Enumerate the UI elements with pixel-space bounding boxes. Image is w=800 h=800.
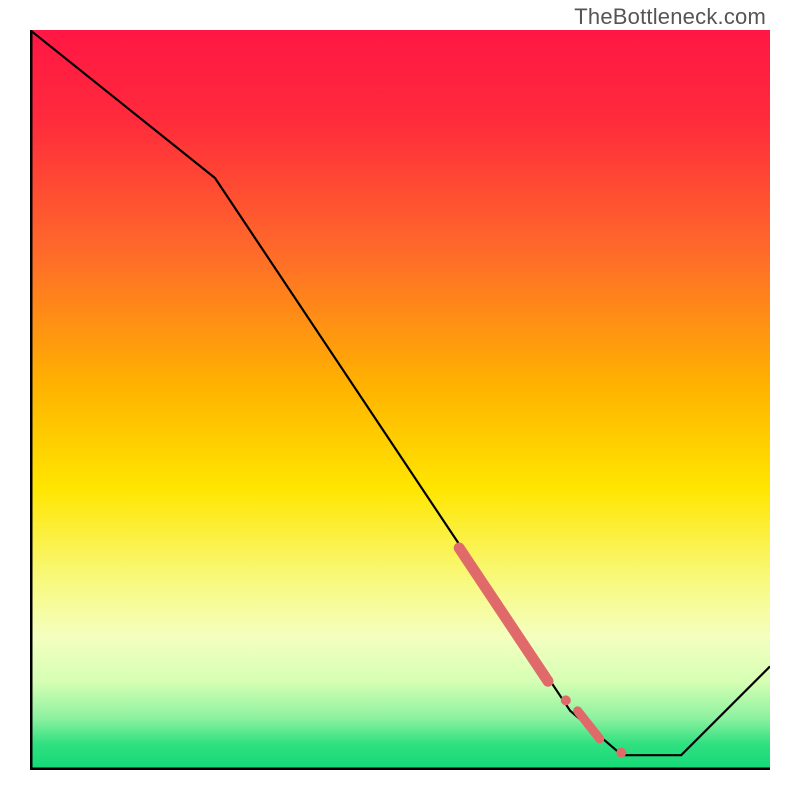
highlight-dot [616, 748, 626, 758]
chart-svg [30, 30, 770, 770]
watermark-text: TheBottleneck.com [574, 4, 766, 30]
plot-area [30, 30, 770, 770]
gradient-background [30, 30, 770, 770]
chart-frame: TheBottleneck.com [0, 0, 800, 800]
highlight-dot [561, 695, 571, 705]
